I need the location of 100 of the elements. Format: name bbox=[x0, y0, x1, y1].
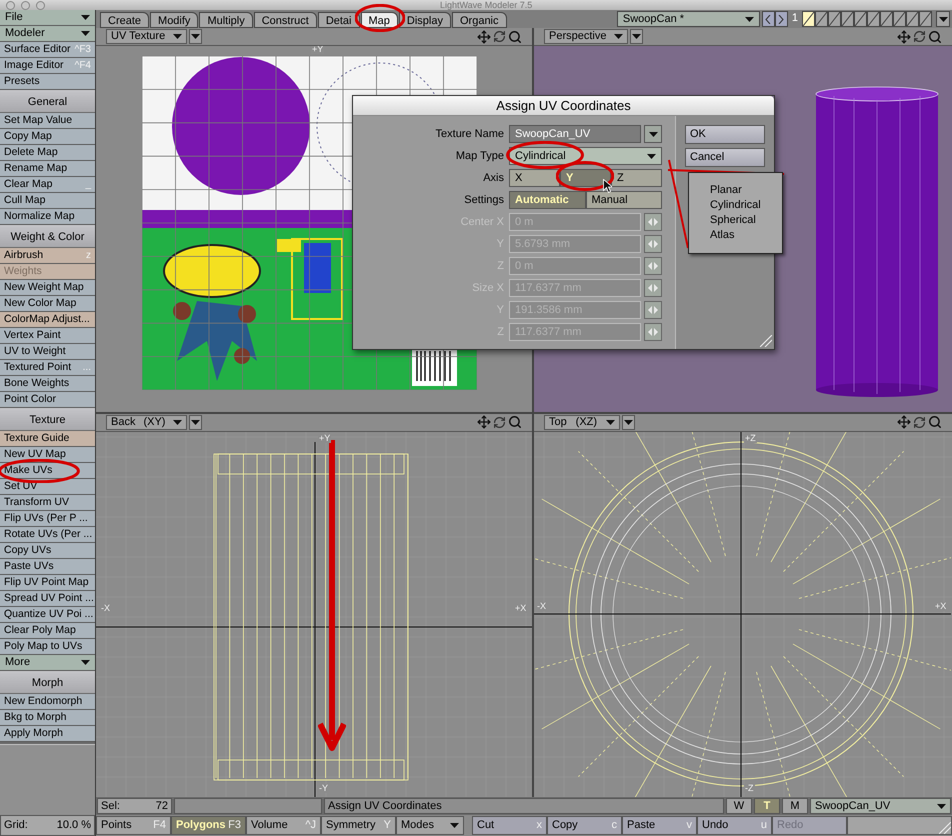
sidebar-button[interactable]: ColorMap Adjust... bbox=[0, 312, 95, 328]
view-dropdown[interactable]: Perspective bbox=[544, 29, 628, 44]
sidebar-button[interactable]: Rotate UVs (Per ... bbox=[0, 527, 95, 543]
stepper-button[interactable] bbox=[644, 235, 662, 253]
map-mode-button[interactable]: M bbox=[782, 798, 808, 814]
rotate-view-icon[interactable] bbox=[913, 416, 926, 428]
tab[interactable]: Create bbox=[100, 12, 150, 28]
sidebar-button[interactable]: Bkg to Morph bbox=[0, 710, 95, 726]
sidebar-button[interactable]: Flip UV Point Map bbox=[0, 575, 95, 591]
menu-option[interactable]: Planar bbox=[710, 183, 782, 198]
dialog-button[interactable]: OK bbox=[685, 125, 765, 144]
sidebar-button[interactable]: Point Color bbox=[0, 392, 95, 408]
stepper-button[interactable] bbox=[644, 323, 662, 341]
menu-button[interactable]: Modeler bbox=[0, 26, 95, 42]
vertex-map-dropdown[interactable]: SwoopCan_UV bbox=[810, 798, 951, 814]
axis-option[interactable]: X bbox=[509, 169, 560, 187]
view-options-button[interactable] bbox=[630, 29, 644, 44]
object-dropdown[interactable]: SwoopCan * bbox=[616, 11, 760, 27]
sidebar-button[interactable]: Paste UVs bbox=[0, 559, 95, 575]
layer-slot[interactable] bbox=[906, 11, 919, 27]
sidebar-button[interactable]: Clear Map _ bbox=[0, 177, 95, 193]
texture-name-field[interactable]: SwoopCan_UV bbox=[509, 125, 641, 143]
sidebar-button[interactable]: Copy Map bbox=[0, 129, 95, 145]
stepper-button[interactable] bbox=[644, 301, 662, 319]
search-icon[interactable] bbox=[928, 30, 942, 44]
sidebar-button[interactable]: Bone Weights bbox=[0, 376, 95, 392]
tab[interactable]: Modify bbox=[150, 12, 198, 28]
move-view-icon[interactable] bbox=[897, 415, 911, 429]
sidebar-button[interactable]: Flip UVs (Per P ... bbox=[0, 511, 95, 527]
sidebar-button[interactable]: Cull Map bbox=[0, 193, 95, 209]
selection-mode-button[interactable]: Volume ^J bbox=[246, 816, 321, 835]
stepper-button[interactable] bbox=[644, 257, 662, 275]
search-icon[interactable] bbox=[928, 415, 942, 429]
layer-slot[interactable] bbox=[867, 11, 880, 27]
rotate-view-icon[interactable] bbox=[913, 30, 926, 43]
sidebar-button[interactable]: Clear Poly Map bbox=[0, 623, 95, 639]
menu-option[interactable]: Atlas bbox=[710, 228, 782, 243]
tab[interactable]: Organic bbox=[452, 12, 507, 28]
menu-button[interactable]: More bbox=[0, 655, 95, 671]
layer-slot[interactable] bbox=[919, 11, 932, 27]
symmetry-button[interactable]: Symmetry Y bbox=[321, 816, 396, 835]
view-dropdown[interactable]: UV Texture bbox=[106, 29, 188, 44]
sidebar-button[interactable]: Quantize UV Poi ... bbox=[0, 607, 95, 623]
settings-option[interactable]: Manual bbox=[586, 191, 662, 209]
menu-option[interactable]: Spherical bbox=[710, 213, 782, 228]
sidebar-button[interactable]: New Endomorph bbox=[0, 694, 95, 710]
sidebar-button[interactable]: Poly Map to UVs bbox=[0, 639, 95, 655]
sidebar-button[interactable]: New Weight Map bbox=[0, 280, 95, 296]
search-icon[interactable] bbox=[508, 415, 522, 429]
previous-layer-button[interactable] bbox=[762, 11, 775, 27]
stepper-button[interactable] bbox=[644, 213, 662, 231]
sidebar-button[interactable]: Spread UV Point ... bbox=[0, 591, 95, 607]
view-dropdown[interactable]: Back (XY) bbox=[106, 414, 188, 430]
texture-name-menu-button[interactable] bbox=[644, 125, 662, 143]
sidebar-button[interactable]: Texture Guide bbox=[0, 431, 95, 447]
view-dropdown[interactable]: Top (XZ) bbox=[544, 414, 620, 430]
sidebar-button[interactable]: Airbrush z bbox=[0, 248, 95, 264]
sidebar-button[interactable]: Copy UVs bbox=[0, 543, 95, 559]
edit-button[interactable]: Paste v bbox=[622, 816, 697, 835]
view-options-button[interactable] bbox=[189, 29, 202, 44]
sidebar-button[interactable]: Image Editor ^F4 bbox=[0, 58, 95, 74]
sidebar-button[interactable]: UV to Weight bbox=[0, 344, 95, 360]
layer-slot[interactable] bbox=[802, 11, 815, 27]
layer-slot[interactable] bbox=[893, 11, 906, 27]
tab[interactable]: Map bbox=[360, 12, 398, 28]
sidebar-button[interactable]: Rename Map bbox=[0, 161, 95, 177]
sidebar-button[interactable]: Apply Morph bbox=[0, 726, 95, 742]
move-view-icon[interactable] bbox=[477, 30, 491, 44]
sidebar-button[interactable]: Textured Point ... bbox=[0, 360, 95, 376]
dialog-button[interactable]: Cancel bbox=[685, 148, 765, 167]
move-view-icon[interactable] bbox=[897, 30, 911, 44]
modes-dropdown[interactable]: Modes bbox=[396, 816, 464, 835]
tab[interactable]: Multiply bbox=[199, 12, 253, 28]
stepper-button[interactable] bbox=[644, 279, 662, 297]
layer-slot[interactable] bbox=[828, 11, 841, 27]
tab[interactable]: Display bbox=[398, 12, 451, 28]
layer-slot[interactable] bbox=[841, 11, 854, 27]
sidebar-button[interactable]: New UV Map bbox=[0, 447, 95, 463]
layer-slot[interactable] bbox=[815, 11, 828, 27]
sidebar-button[interactable]: Delete Map bbox=[0, 145, 95, 161]
menu-option[interactable]: Cylindrical bbox=[710, 198, 782, 213]
layer-slot[interactable] bbox=[880, 11, 893, 27]
sidebar-button[interactable]: Presets bbox=[0, 74, 95, 90]
search-icon[interactable] bbox=[508, 30, 522, 44]
sidebar-button[interactable]: Transform UV bbox=[0, 495, 95, 511]
edit-button[interactable]: Copy c bbox=[547, 816, 622, 835]
selection-mode-button[interactable]: Points F4 bbox=[96, 816, 171, 835]
next-layer-button[interactable] bbox=[774, 11, 788, 27]
tab[interactable]: Detai bbox=[318, 12, 360, 28]
map-mode-button[interactable]: W bbox=[726, 798, 752, 814]
menu-button[interactable]: File bbox=[0, 10, 95, 26]
edit-button[interactable]: Cut x bbox=[472, 816, 547, 835]
rotate-view-icon[interactable] bbox=[493, 416, 506, 428]
sidebar-button[interactable]: Set Map Value bbox=[0, 113, 95, 129]
layer-slot[interactable] bbox=[854, 11, 867, 27]
view-options-button[interactable] bbox=[189, 414, 202, 430]
sidebar-button[interactable]: Normalize Map bbox=[0, 209, 95, 225]
rotate-view-icon[interactable] bbox=[493, 30, 506, 43]
move-view-icon[interactable] bbox=[477, 415, 491, 429]
selection-mode-button[interactable]: Polygons F3 bbox=[171, 816, 246, 835]
